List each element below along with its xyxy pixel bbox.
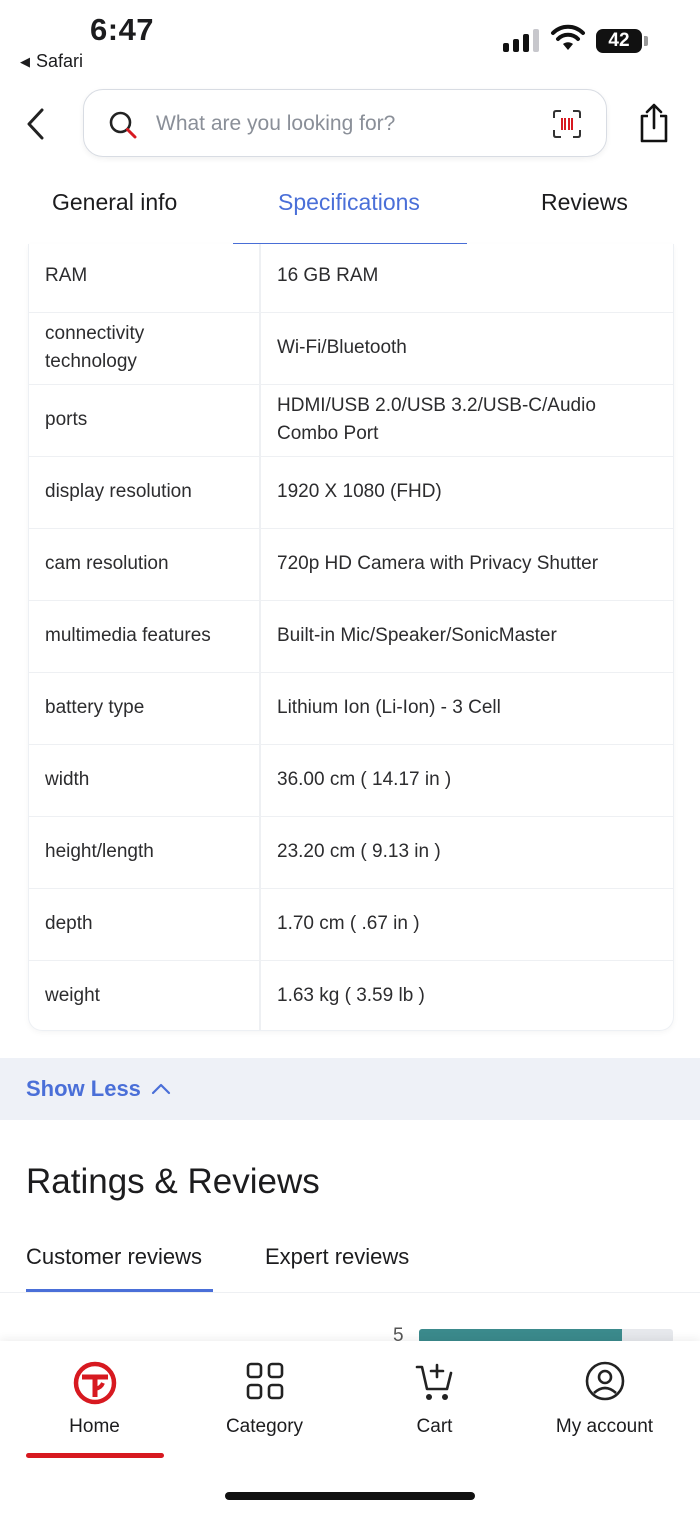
- bottom-navigation: Home Category Cart My account: [0, 1341, 700, 1514]
- home-indicator: [225, 1492, 475, 1500]
- search-icon: [109, 111, 137, 139]
- cellular-signal-icon: [503, 28, 539, 52]
- back-arrow-icon[interactable]: [22, 106, 50, 142]
- tab-specifications[interactable]: Specifications: [278, 189, 420, 216]
- spec-value: Built-in Mic/Speaker/SonicMaster: [277, 625, 557, 646]
- spec-value: Lithium Ion (Li-Ion) - 3 Cell: [277, 697, 501, 718]
- spec-key: height/length: [45, 841, 154, 862]
- tab-reviews[interactable]: Reviews: [541, 189, 628, 216]
- barcode-scan-icon[interactable]: [552, 109, 582, 139]
- spec-row: weight 1.63 kg ( 3.59 lb ): [29, 960, 673, 1030]
- cart-add-icon: [415, 1363, 452, 1400]
- ratings-title: Ratings & Reviews: [26, 1162, 320, 1201]
- header: [0, 86, 700, 160]
- spec-value: 36.00 cm ( 14.17 in ): [277, 769, 452, 790]
- back-to-safari-link[interactable]: ◀ Safari: [20, 51, 83, 72]
- user-icon: [585, 1361, 624, 1401]
- spec-value: HDMI/USB 2.0/USB 3.2/USB-C/Audio Combo P…: [277, 395, 596, 444]
- back-triangle-icon: ◀: [20, 53, 30, 69]
- spec-row: RAM 16 GB RAM: [29, 244, 673, 313]
- spec-row: connectivity technology Wi-Fi/Bluetooth: [29, 312, 673, 385]
- show-less-button[interactable]: Show Less: [26, 1076, 171, 1102]
- tab-general-info[interactable]: General info: [52, 189, 177, 216]
- spec-row: height/length 23.20 cm ( 9.13 in ): [29, 816, 673, 889]
- spec-value: 16 GB RAM: [277, 265, 379, 286]
- nav-my-account[interactable]: My account: [517, 1341, 692, 1461]
- status-bar: 6:47 ◀ Safari 42: [0, 0, 700, 80]
- nav-category[interactable]: Category: [177, 1341, 352, 1461]
- home-logo-icon: [73, 1361, 116, 1405]
- nav-cart-label: Cart: [416, 1416, 453, 1437]
- search-input[interactable]: [154, 104, 538, 144]
- spec-key: multimedia features: [45, 625, 211, 646]
- spec-row: depth 1.70 cm ( .67 in ): [29, 888, 673, 961]
- active-nav-indicator: [26, 1453, 164, 1458]
- spec-row: multimedia features Built-in Mic/Speaker…: [29, 600, 673, 673]
- spec-key: cam resolution: [45, 553, 169, 574]
- share-icon[interactable]: [636, 102, 672, 144]
- spec-row: display resolution 1920 X 1080 (FHD): [29, 456, 673, 529]
- spec-key: RAM: [45, 265, 88, 286]
- tab-customer-reviews[interactable]: Customer reviews: [26, 1244, 202, 1270]
- status-time: 6:47: [90, 12, 155, 47]
- spec-key: ports: [45, 409, 88, 430]
- spec-key: width: [45, 769, 90, 790]
- spec-value: 720p HD Camera with Privacy Shutter: [277, 553, 599, 574]
- nav-my-account-label: My account: [555, 1416, 654, 1437]
- show-less-band: Show Less: [0, 1058, 700, 1120]
- spec-row: cam resolution 720p HD Camera with Priva…: [29, 528, 673, 601]
- spec-key: weight: [45, 985, 100, 1006]
- grid-icon: [246, 1362, 283, 1400]
- back-app-label: Safari: [36, 51, 84, 71]
- spec-key: depth: [45, 913, 93, 934]
- nav-category-label: Category: [225, 1416, 304, 1437]
- spec-row: battery type Lithium Ion (Li-Ion) - 3 Ce…: [29, 672, 673, 745]
- spec-row: ports HDMI/USB 2.0/USB 3.2/USB-C/Audio C…: [29, 384, 673, 457]
- spec-value: 23.20 cm ( 9.13 in ): [277, 841, 441, 862]
- spec-value: 1920 X 1080 (FHD): [277, 481, 442, 502]
- wifi-icon: [551, 24, 585, 50]
- specifications-table: RAM 16 GB RAM connectivity technology Wi…: [28, 244, 674, 1031]
- spec-value: 1.70 cm ( .67 in ): [277, 913, 420, 934]
- chevron-up-icon: [151, 1083, 171, 1095]
- tab-expert-reviews[interactable]: Expert reviews: [265, 1244, 409, 1270]
- nav-home[interactable]: Home: [7, 1341, 182, 1461]
- spec-key: display resolution: [45, 481, 192, 502]
- search-bar[interactable]: [83, 89, 607, 157]
- battery-cap: [644, 36, 648, 46]
- spec-row: width 36.00 cm ( 14.17 in ): [29, 744, 673, 817]
- nav-cart[interactable]: Cart: [347, 1341, 522, 1461]
- product-tabs: General info Specifications Reviews: [0, 175, 700, 247]
- show-less-label: Show Less: [26, 1076, 141, 1101]
- battery-icon: 42: [596, 29, 642, 53]
- spec-key: connectivity technology: [45, 323, 145, 372]
- spec-value: 1.63 kg ( 3.59 lb ): [277, 985, 425, 1006]
- spec-value: Wi-Fi/Bluetooth: [277, 337, 407, 358]
- divider: [0, 1292, 700, 1293]
- spec-key: battery type: [45, 697, 145, 718]
- nav-home-label: Home: [69, 1416, 120, 1437]
